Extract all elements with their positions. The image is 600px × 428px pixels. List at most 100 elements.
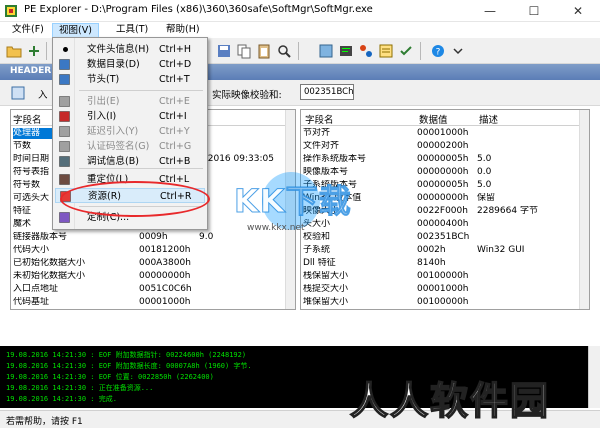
paste-icon[interactable] <box>256 43 272 59</box>
window-title: PE Explorer - D:\Program Files (x86)\360… <box>24 4 373 15</box>
field-value-cell: 00001000h <box>417 128 469 138</box>
maximize-button[interactable]: ☐ <box>512 0 556 22</box>
menu-item-shortcut: Ctrl+Y <box>159 126 190 137</box>
field-desc-cell: 9.0 <box>199 232 214 242</box>
view-menu-item[interactable]: 延迟引入(Y) Ctrl+Y <box>55 124 205 139</box>
column-header-field[interactable]: 字段名 <box>13 112 42 126</box>
chevron-down-icon[interactable] <box>450 43 466 59</box>
view-menu-item[interactable]: 数据目录(D) Ctrl+D <box>55 57 205 72</box>
field-value-cell: 00100000h <box>417 271 469 281</box>
header-section-label: HEADER <box>10 66 52 76</box>
annotation-ellipse <box>60 181 210 217</box>
field-name-cell: 代码大小 <box>13 245 50 255</box>
field-value-cell: 000A3800h <box>139 258 191 268</box>
field-desc-cell: 保留 <box>477 193 496 203</box>
open-folder-icon[interactable] <box>6 43 22 59</box>
close-button[interactable]: ✕ <box>556 0 600 22</box>
toolbar-separator <box>46 42 47 60</box>
field-name-cell: 已初始化数据大小 <box>13 258 86 268</box>
menu-separator <box>79 168 203 169</box>
menu-file[interactable]: 文件(F) <box>6 23 50 38</box>
right-table-header: 字段名 数据值 描述 <box>301 110 589 126</box>
table-row[interactable]: 链接器版本号 0009h 9.0 <box>11 232 295 243</box>
column-header-description[interactable]: 描述 <box>479 112 498 126</box>
checkmark-icon[interactable] <box>398 43 414 59</box>
menu-item-label: 认证码签名(G) <box>87 141 150 152</box>
field-value-cell: 00000005h <box>417 180 469 190</box>
table-row[interactable]: 未初始化数据大小 00000000h <box>11 271 295 282</box>
find-icon[interactable] <box>276 43 292 59</box>
field-value-cell: 00000400h <box>417 219 469 229</box>
field-name-cell: 未初始化数据大小 <box>13 271 86 281</box>
field-name-cell: Dll 特征 <box>303 258 336 268</box>
save-icon[interactable] <box>216 43 232 59</box>
log-line: 19.08.2016 14:21:30 : EOF 位置: 0022850h (… <box>6 373 214 381</box>
table-row[interactable]: 代码基址 00001000h <box>11 297 295 308</box>
signature-icon <box>59 141 70 152</box>
view-menu-item[interactable]: 文件头信息(H) Ctrl+H <box>55 42 205 57</box>
debug-icon <box>59 156 70 167</box>
imports-icon <box>59 111 70 122</box>
table-row[interactable]: Dll 特征 8140h <box>301 258 589 269</box>
table-row[interactable]: 栈保留大小 00100000h <box>301 271 589 282</box>
field-name-cell: 校验和 <box>303 232 331 242</box>
table-row[interactable]: 代码大小 00181200h <box>11 245 295 256</box>
menu-item-label: 调试信息(B) <box>87 156 139 167</box>
field-value-cell: 00000005h <box>417 154 469 164</box>
table-row[interactable]: 已初始化数据大小 000A3800h <box>11 258 295 269</box>
checksum-field[interactable]: 002351BCh <box>300 84 354 100</box>
field-value-cell: 00001000h <box>417 284 469 294</box>
field-name-cell: 链接器版本号 <box>13 232 68 242</box>
resource-icon[interactable] <box>318 43 334 59</box>
view-menu-item[interactable]: 引出(E) Ctrl+E <box>55 94 205 109</box>
field-value-cell: 00181200h <box>139 245 191 255</box>
field-name-cell: 堆保留大小 <box>303 297 349 307</box>
field-name-cell: 入口点地址 <box>13 284 59 294</box>
disassembler-icon[interactable] <box>338 43 354 59</box>
minimize-button[interactable]: — <box>468 0 512 22</box>
menu-separator <box>79 90 203 91</box>
field-value-cell: 002351BCh <box>417 232 470 242</box>
field-desc-cell: 2289664 字节 <box>477 206 538 216</box>
menu-item-shortcut: Ctrl+H <box>159 44 192 55</box>
column-header-value[interactable]: 数据值 <box>419 112 448 126</box>
table-row[interactable]: 栈提交大小 00001000h <box>301 284 589 295</box>
menu-tools[interactable]: 工具(T) <box>110 23 154 38</box>
section-header-icon <box>59 74 70 85</box>
view-menu-item[interactable]: 调试信息(B) Ctrl+B <box>55 154 205 169</box>
section-editor-icon[interactable] <box>378 43 394 59</box>
dependency-icon[interactable] <box>358 43 374 59</box>
view-menu-item[interactable]: 引入(I) Ctrl+I <box>55 109 205 124</box>
table-row[interactable]: 堆保留大小 00100000h <box>301 297 589 308</box>
field-value-cell: 00100000h <box>417 297 469 307</box>
column-header-field[interactable]: 字段名 <box>305 112 334 126</box>
field-name-cell: 栈保留大小 <box>303 271 349 281</box>
field-desc-cell: 7/2016 09:33:05 <box>199 154 274 164</box>
table-row[interactable]: 节对齐 00001000h <box>301 128 589 139</box>
help-icon[interactable]: ? <box>430 43 446 59</box>
field-desc-cell: Win32 GUI <box>477 245 525 255</box>
menu-help[interactable]: 帮助(H) <box>160 23 206 38</box>
plus-icon[interactable] <box>26 43 42 59</box>
table-row[interactable]: 校验和 002351BCh <box>301 232 589 243</box>
table-row[interactable]: 入口点地址 0051C0C6h <box>11 284 295 295</box>
menu-view[interactable]: 视图(V) <box>52 23 99 38</box>
menu-item-label: 文件头信息(H) <box>87 44 150 55</box>
field-name-cell: 文件对齐 <box>303 141 340 151</box>
table-row[interactable]: 文件对齐 00000200h <box>301 141 589 152</box>
table-row[interactable]: 操作系统版本号 00000005h 5.0 <box>301 154 589 165</box>
table-row[interactable]: 子系统 0002h Win32 GUI <box>301 245 589 256</box>
copy-icon[interactable] <box>236 43 252 59</box>
field-value-cell: 00001000h <box>139 297 191 307</box>
menu-bar: 文件(F) 视图(V) 工具(T) 帮助(H) <box>0 22 600 38</box>
log-scrollbar[interactable] <box>588 346 600 408</box>
view-menu-item[interactable]: 节头(T) Ctrl+T <box>55 72 205 87</box>
export-icon[interactable] <box>10 85 26 101</box>
field-desc-cell: 5.0 <box>477 180 492 190</box>
view-menu-item[interactable]: 认证码签名(G) Ctrl+G <box>55 139 205 154</box>
field-desc-cell: 5.0 <box>477 154 492 164</box>
right-table-scrollbar[interactable] <box>579 110 589 309</box>
exports-icon <box>59 96 70 107</box>
menu-item-label: 节头(T) <box>87 74 120 85</box>
menu-item-shortcut: Ctrl+E <box>159 96 190 107</box>
